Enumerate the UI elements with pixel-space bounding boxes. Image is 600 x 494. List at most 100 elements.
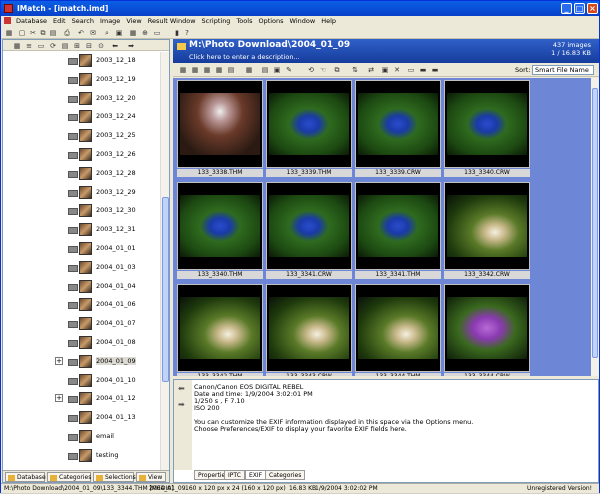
tree-item[interactable]: 2003_12_25 [3, 127, 161, 146]
sort-images-icon[interactable]: ⇅ [351, 66, 359, 74]
info-icon[interactable]: ▮ [173, 29, 181, 37]
tree-props-icon[interactable]: ▤ [61, 42, 69, 50]
description-link[interactable]: Click here to enter a description... [189, 53, 300, 61]
menu-database[interactable]: Database [13, 16, 50, 27]
menu-search[interactable]: Search [69, 16, 97, 27]
mail-icon[interactable]: ✉ [89, 29, 97, 37]
preview-icon[interactable]: ▬ [431, 66, 439, 74]
tree-item[interactable]: 2004_01_03 [3, 259, 161, 278]
slideshow-icon[interactable]: ▭ [407, 66, 415, 74]
tab-exif[interactable]: EXIF [245, 470, 267, 480]
menu-options[interactable]: Options [255, 16, 286, 27]
paste-icon[interactable]: ▤ [49, 29, 57, 37]
menu-image[interactable]: Image [97, 16, 123, 27]
help-icon[interactable]: ? [183, 29, 191, 37]
tree-item[interactable]: 2004_01_06 [3, 296, 161, 315]
info-forward-icon[interactable]: ➡ [178, 400, 185, 409]
menu-edit[interactable]: Edit [50, 16, 69, 27]
filter-icon[interactable]: ▤ [261, 66, 269, 74]
tree-item[interactable]: 2003_12_28 [3, 165, 161, 184]
maximize-button[interactable]: □ [574, 3, 585, 14]
search-icon[interactable]: ⌕ [103, 29, 111, 37]
thumbnail[interactable]: 133_3343.CRW [266, 284, 352, 376]
thumbnail[interactable]: 133_3339.CRW [355, 80, 441, 178]
menu-tools[interactable]: Tools [233, 16, 255, 27]
thumbnail[interactable]: 133_3341.THM [355, 182, 441, 280]
copy-icon[interactable]: ⧉ [39, 29, 47, 37]
grid-view-icon[interactable]: ▦ [245, 66, 253, 74]
window-icon[interactable]: ▣ [115, 29, 123, 37]
tab-info-categories[interactable]: Categories [265, 470, 306, 480]
thumbnail[interactable]: 133_3338.THM [177, 80, 263, 178]
thumbnail[interactable]: 133_3340.CRW [444, 80, 530, 178]
tab-iptc[interactable]: IPTC [224, 470, 245, 480]
rotate-icon[interactable]: ⟲ [307, 66, 315, 74]
tree-db-icon[interactable]: ▦ [13, 42, 21, 50]
tree-item[interactable]: testing [3, 447, 161, 466]
tree-item[interactable]: +2004_01_12 [3, 390, 161, 409]
tree-item[interactable]: +2004_01_09 [3, 353, 161, 372]
view-small-icon[interactable]: ▦ [191, 66, 199, 74]
tree-filter-icon[interactable]: ⊙ [97, 42, 105, 50]
close-button[interactable]: × [587, 3, 598, 14]
tree-item[interactable]: 2004_01_04 [3, 278, 161, 297]
thumbnail[interactable]: 133_3344.THM [355, 284, 441, 376]
info-back-icon[interactable]: ⬅ [178, 384, 185, 393]
tree-item[interactable]: 2003_12_31 [3, 221, 161, 240]
monitor-icon[interactable]: ▭ [153, 29, 161, 37]
menu-window[interactable]: Window [287, 16, 319, 27]
thumbnail[interactable]: 133_3342.THM [177, 284, 263, 376]
new-icon[interactable]: ▢ [18, 29, 26, 37]
expand-icon[interactable]: + [55, 394, 63, 403]
view-large-icon[interactable]: ▦ [215, 66, 223, 74]
thumbnail[interactable]: 133_3341.CRW [266, 182, 352, 280]
grid-scrollbar[interactable] [591, 78, 599, 376]
tree-item[interactable]: 2004_01_08 [3, 334, 161, 353]
tab-view[interactable]: View [136, 472, 166, 482]
tree-item[interactable]: 2003_12_26 [3, 146, 161, 165]
tree-item[interactable]: 2004_01_13 [3, 409, 161, 428]
tree-item[interactable]: 2003_12_18 [3, 52, 161, 71]
print-icon[interactable]: ⎙ [63, 29, 71, 37]
tree-folder-icon[interactable]: ▭ [37, 42, 45, 50]
move-images-icon[interactable]: ⇄ [367, 66, 375, 74]
thumbnail[interactable]: 133_3342.CRW [444, 182, 530, 280]
tree-item[interactable]: 2003_12_29 [3, 184, 161, 203]
tree-item[interactable]: 2003_12_24 [3, 108, 161, 127]
tree-item[interactable]: 2003_12_19 [3, 71, 161, 90]
grid-scroll-thumb[interactable] [592, 88, 598, 358]
tab-selections[interactable]: Selections [93, 472, 136, 482]
tree-item[interactable]: email [3, 428, 161, 447]
menu-scripting[interactable]: Scripting [199, 16, 234, 27]
select-all-icon[interactable]: ▣ [381, 66, 389, 74]
thumbnail[interactable]: 133_3339.THM [266, 80, 352, 178]
cut-icon[interactable]: ✂ [29, 29, 37, 37]
undo-icon[interactable]: ↶ [77, 29, 85, 37]
tree-item[interactable]: 2004_01_01 [3, 240, 161, 259]
minimize-button[interactable]: _ [561, 3, 572, 14]
delete-icon[interactable]: ✕ [393, 66, 401, 74]
view-details-icon[interactable]: ▤ [227, 66, 235, 74]
tree-scroll-thumb[interactable] [162, 197, 169, 382]
tree-scrollbar[interactable] [160, 52, 169, 470]
thumbnail[interactable]: 133_3340.THM [177, 182, 263, 280]
copy-images-icon[interactable]: ⧉ [333, 66, 341, 74]
zoom-icon[interactable]: ⊕ [141, 29, 149, 37]
back-arrow-icon[interactable]: ⬅ [111, 42, 119, 50]
sort-select[interactable]: Smart File Name [532, 65, 594, 75]
edit-icon[interactable]: ✎ [285, 66, 293, 74]
menu-help[interactable]: Help [318, 16, 339, 27]
db-icon[interactable]: ▦ [5, 29, 13, 37]
tab-database[interactable]: Database [5, 472, 46, 482]
grid-icon[interactable]: ▦ [129, 29, 137, 37]
tree-list-icon[interactable]: ≡ [25, 42, 33, 50]
tree-tree-icon[interactable]: ⊟ [85, 42, 93, 50]
forward-arrow-icon[interactable]: ➡ [127, 42, 135, 50]
hand-icon[interactable]: ☜ [319, 66, 327, 74]
tab-categories[interactable]: Categories [47, 472, 91, 482]
tree-scan-icon[interactable]: ⊞ [73, 42, 81, 50]
view-thumbs-icon[interactable]: ▦ [179, 66, 187, 74]
tree-item[interactable]: 2003_12_20 [3, 90, 161, 109]
expand-icon[interactable]: + [55, 356, 63, 365]
tree-item[interactable]: 2004_01_07 [3, 315, 161, 334]
